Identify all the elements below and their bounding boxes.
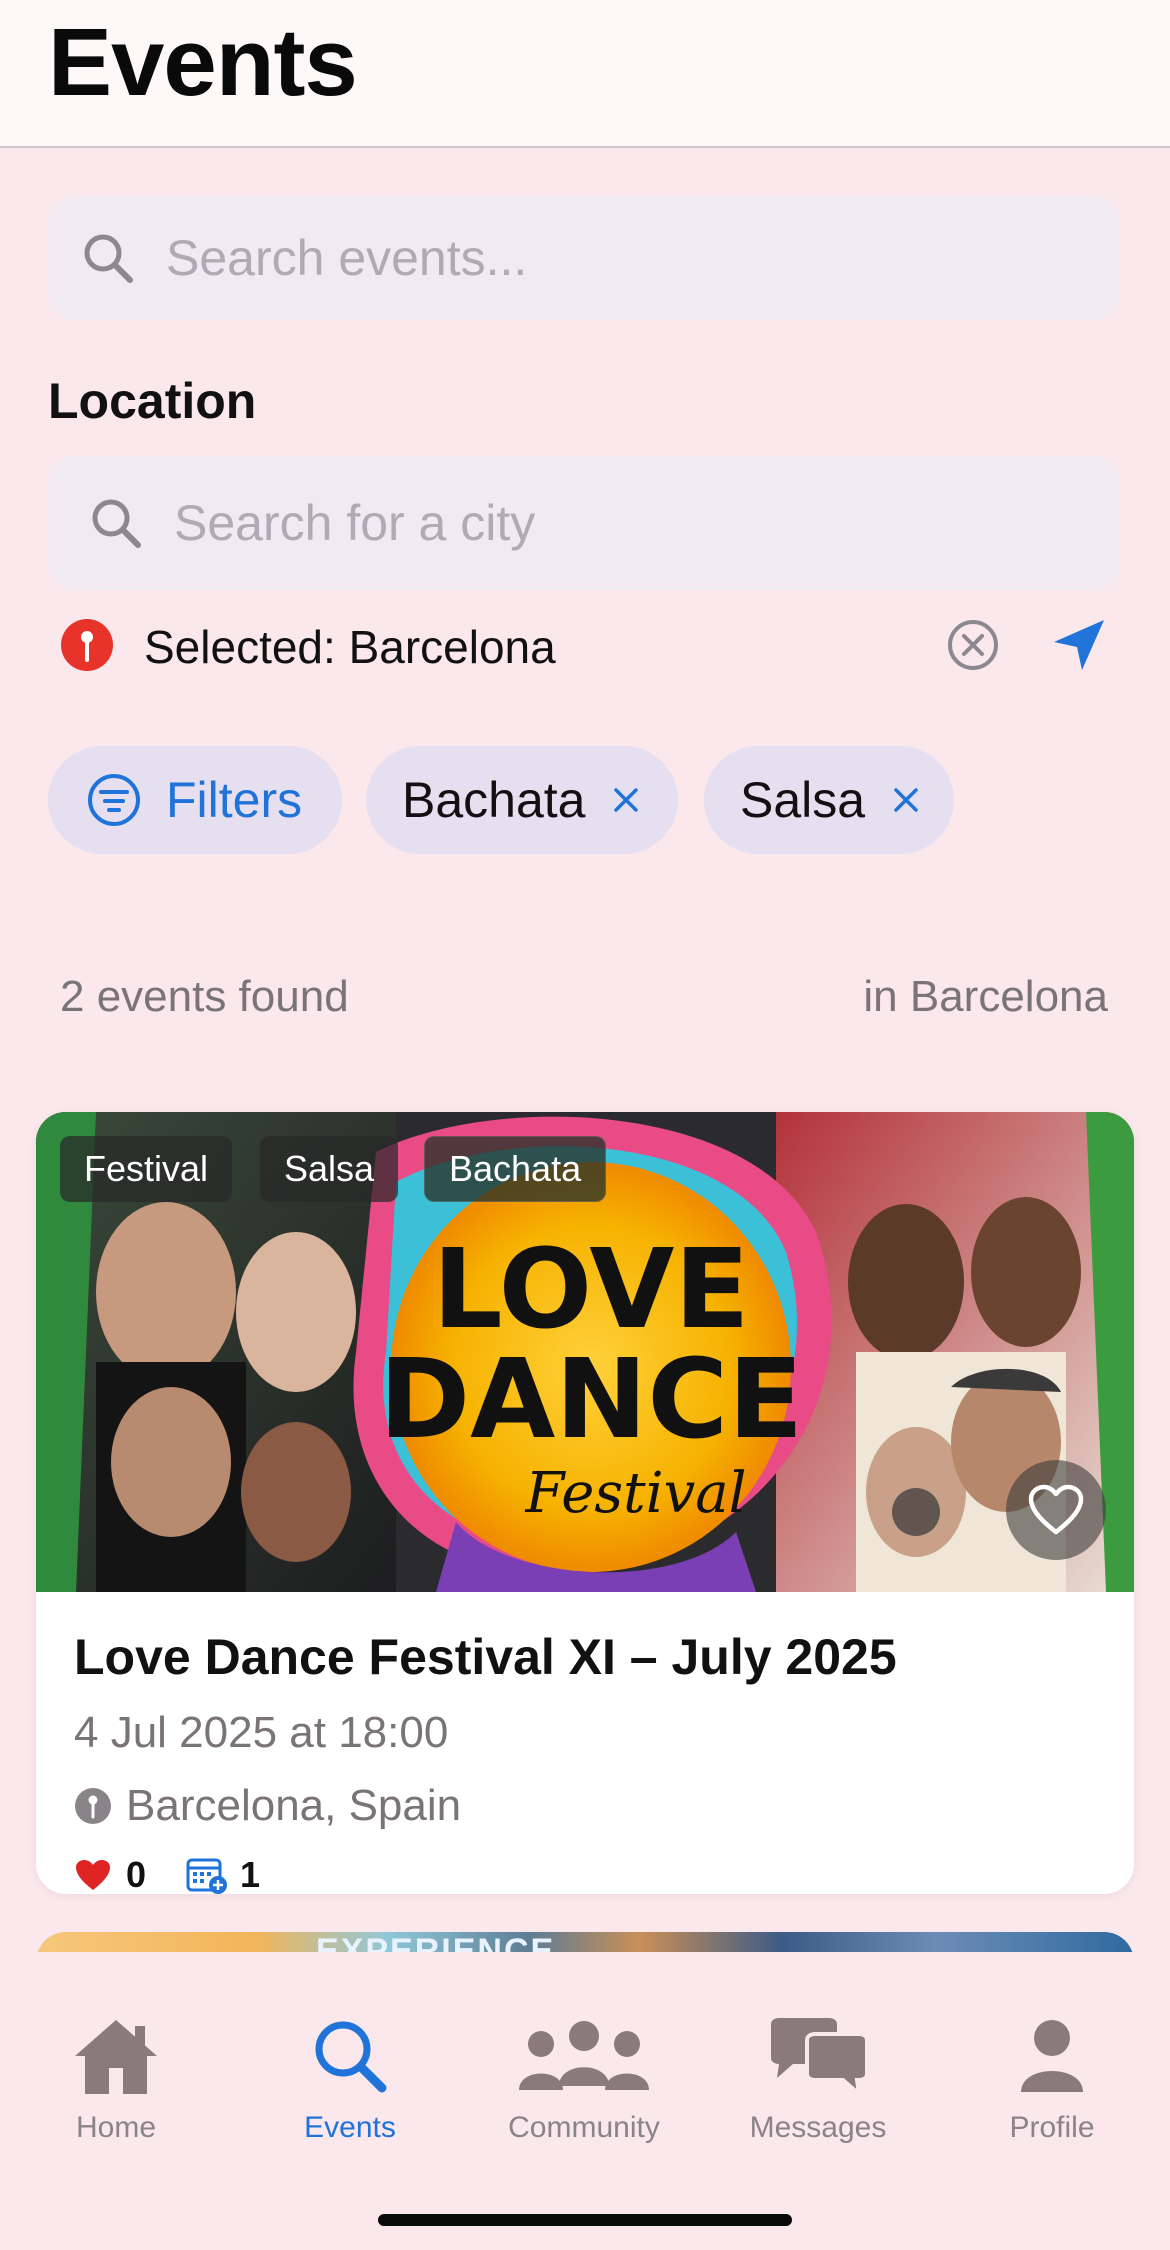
event-search-placeholder: Search events... bbox=[166, 230, 528, 286]
event-location: Barcelona, Spain bbox=[74, 1778, 461, 1834]
map-pin-icon bbox=[75, 1788, 111, 1824]
tab-label: Events bbox=[304, 2111, 396, 2144]
search-icon bbox=[92, 499, 141, 548]
calendar-add-icon bbox=[186, 1858, 228, 1894]
likes-count: 0 bbox=[126, 1854, 147, 1894]
tab-events[interactable]: Events bbox=[250, 2016, 450, 2145]
event-search-input[interactable]: Search events... bbox=[48, 196, 1120, 320]
tab-label: Profile bbox=[1009, 2111, 1095, 2144]
clear-location-icon[interactable] bbox=[946, 618, 1000, 672]
event-location-text: Barcelona, Spain bbox=[126, 1781, 462, 1830]
filter-chip-label: Salsa bbox=[740, 772, 866, 828]
filter-chip-salsa[interactable]: Salsa bbox=[704, 746, 954, 854]
poster-line-2: DANCE bbox=[379, 1335, 803, 1463]
selected-location-text: Selected: Barcelona bbox=[144, 621, 556, 673]
home-icon bbox=[75, 2020, 157, 2094]
people-icon bbox=[519, 2021, 649, 2090]
tab-label: Community bbox=[508, 2111, 660, 2144]
tab-profile[interactable]: Profile bbox=[952, 2016, 1152, 2145]
location-section-title: Location bbox=[48, 373, 257, 429]
poster-line-3: Festival bbox=[524, 1461, 746, 1526]
heart-icon bbox=[1028, 1484, 1084, 1535]
results-count: 2 events found bbox=[60, 972, 349, 1021]
search-icon bbox=[315, 2021, 387, 2093]
event-stats: 0 1 bbox=[74, 1850, 260, 1894]
city-search-input[interactable]: Search for a city bbox=[48, 456, 1120, 590]
tab-label: Messages bbox=[749, 2111, 887, 2144]
tab-home[interactable]: Home bbox=[16, 2016, 216, 2145]
tab-bar: Home Events Community Messages Profile bbox=[0, 1952, 1170, 2250]
heart-filled-icon bbox=[76, 1860, 110, 1890]
poster-line-1: LOVE bbox=[432, 1225, 749, 1353]
chat-bubbles-icon bbox=[771, 2018, 869, 2100]
event-card[interactable]: LOVE DANCE Festival Festival Salsa Bacha… bbox=[36, 1112, 1134, 1894]
filter-icon bbox=[88, 774, 140, 826]
filter-chip-bachata[interactable]: Bachata bbox=[366, 746, 678, 854]
tab-messages[interactable]: Messages bbox=[718, 2016, 918, 2145]
filters-label: Filters bbox=[166, 772, 303, 828]
remove-chip-icon[interactable] bbox=[891, 785, 921, 815]
remove-chip-icon[interactable] bbox=[611, 785, 641, 815]
search-icon bbox=[84, 234, 133, 283]
event-title[interactable]: Love Dance Festival XI – July 2025 bbox=[74, 1628, 897, 1686]
page-title: Events bbox=[48, 9, 358, 116]
event-tag: Bachata bbox=[424, 1136, 607, 1202]
filter-chip-label: Bachata bbox=[402, 772, 586, 828]
results-location: in Barcelona bbox=[863, 972, 1108, 1021]
tab-label: Home bbox=[75, 2111, 157, 2144]
event-datetime: 4 Jul 2025 at 18:00 bbox=[74, 1708, 449, 1757]
person-icon bbox=[1021, 2020, 1083, 2092]
tab-community[interactable]: Community bbox=[484, 2016, 684, 2145]
event-image[interactable]: LOVE DANCE Festival Festival Salsa Bacha… bbox=[36, 1112, 1134, 1592]
selected-location-row: Selected: Barcelona bbox=[60, 612, 1120, 678]
current-location-icon[interactable] bbox=[1050, 616, 1108, 674]
map-pin-icon bbox=[61, 619, 113, 671]
filters-button[interactable]: Filters bbox=[48, 746, 342, 854]
city-search-placeholder: Search for a city bbox=[174, 495, 536, 551]
favorite-button[interactable] bbox=[1006, 1460, 1106, 1560]
home-indicator[interactable] bbox=[378, 2214, 792, 2226]
event-tag: Salsa bbox=[260, 1136, 399, 1202]
header: Events bbox=[0, 0, 1170, 148]
calendar-adds-count: 1 bbox=[240, 1854, 261, 1894]
event-tag: Festival bbox=[60, 1136, 233, 1202]
